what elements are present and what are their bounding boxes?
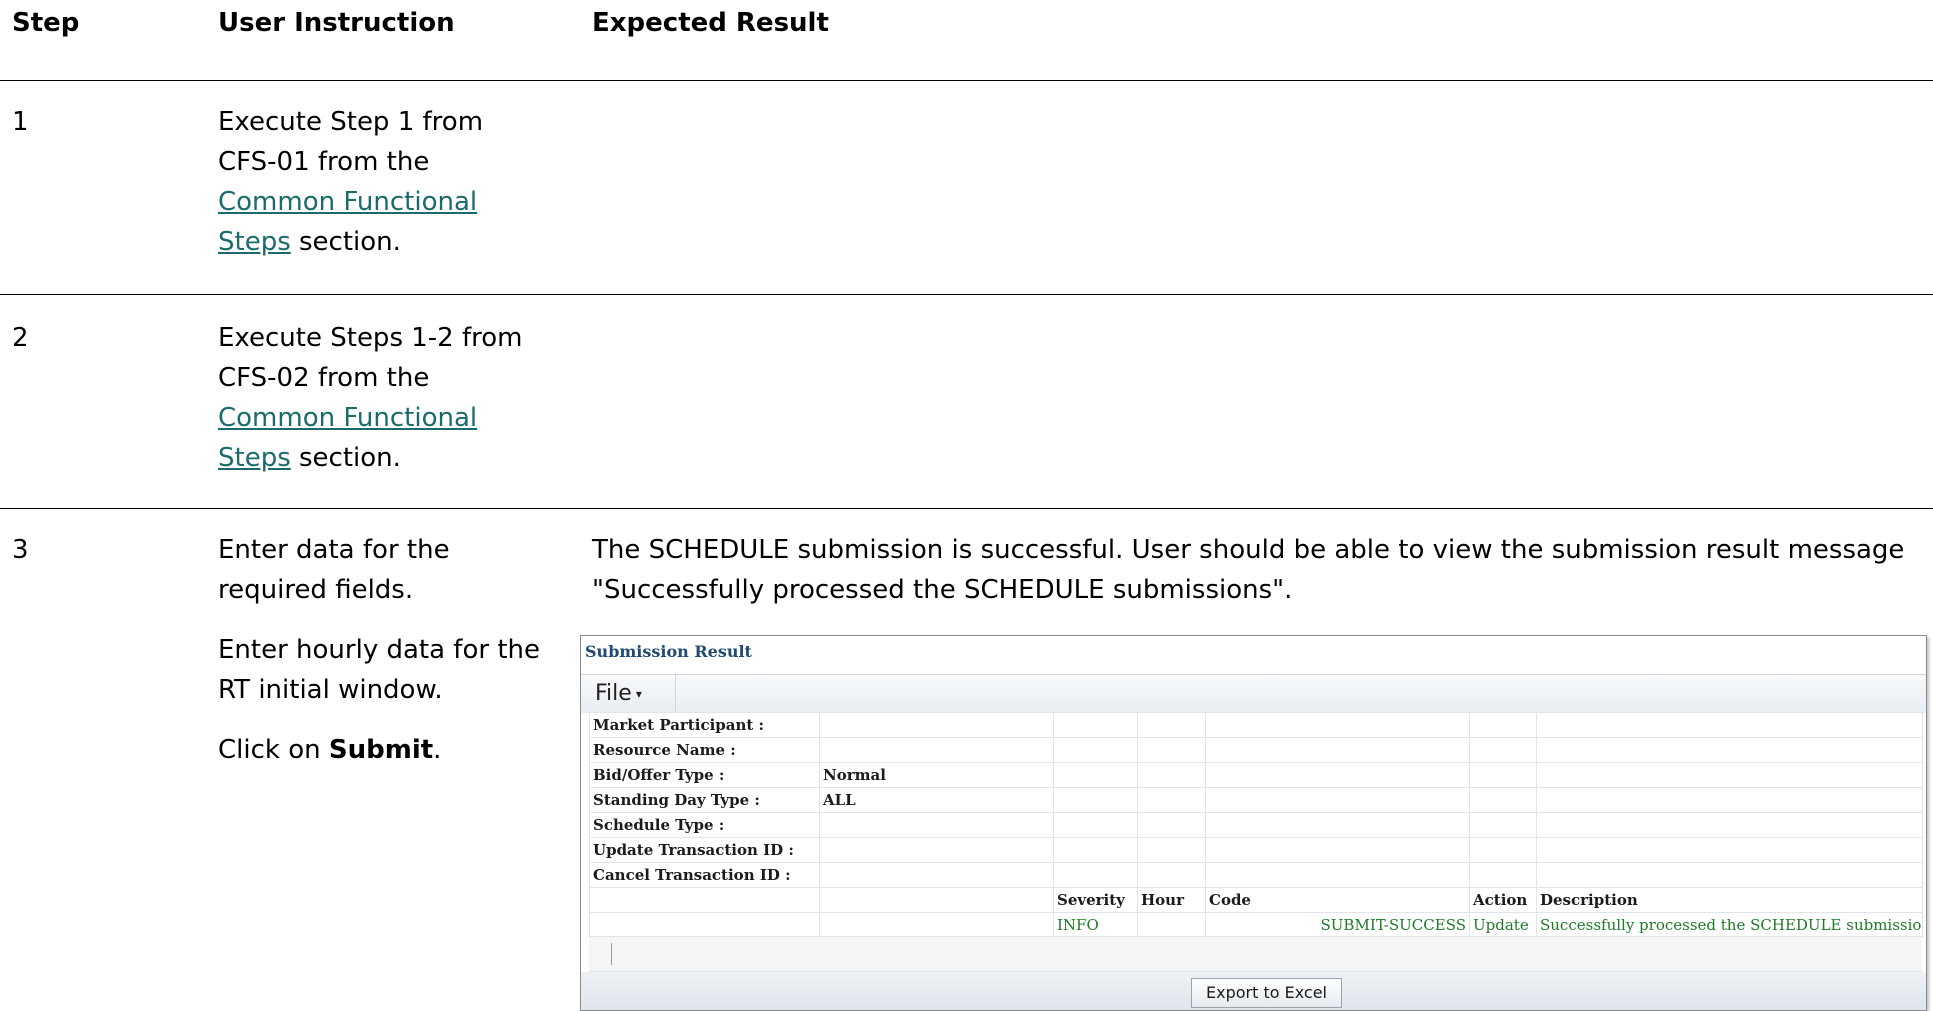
field-label: Market Participant : (589, 712, 820, 738)
export-to-excel-button[interactable]: Export to Excel (1191, 978, 1342, 1008)
field-label: Cancel Transaction ID : (589, 862, 820, 888)
field-label: Schedule Type : (589, 812, 820, 838)
step-number-3: 3 (12, 535, 29, 565)
column-header-action: Action (1469, 887, 1537, 913)
instruction-line: RT initial window. (218, 675, 443, 705)
header-divider (0, 80, 1933, 81)
column-header-hour: Hour (1137, 887, 1206, 913)
expected-line: "Successfully processed the SCHEDULE sub… (592, 575, 1293, 605)
step-number-1: 1 (12, 107, 29, 137)
submission-result-panel: Submission Result File ▾ Market Participa… (580, 635, 1927, 1011)
result-description: Successfully processed the SCHEDULE subm… (1536, 912, 1923, 938)
instruction-tail: section. (290, 227, 401, 257)
field-value (819, 812, 1054, 838)
detail-row (589, 936, 1922, 972)
instruction-tail: section. (290, 443, 401, 473)
column-header-severity: Severity (1053, 887, 1138, 913)
file-menu[interactable]: File ▾ (595, 681, 642, 706)
instruction-step-3: Enter data for the required fields. Ente… (218, 530, 578, 790)
result-row: INFO SUBMIT-SUCCESS Update Successfully … (589, 912, 1923, 938)
field-value: ALL (819, 787, 1054, 813)
caret-down-icon: ▾ (635, 687, 642, 701)
instruction-line: Enter hourly data for the (218, 635, 540, 665)
instruction-text: Click on (218, 735, 329, 765)
common-functional-steps-link[interactable]: Common Functional (218, 187, 477, 217)
field-label: Bid/Offer Type : (589, 762, 820, 788)
expected-line: The SCHEDULE submission is successful. U… (592, 535, 1905, 565)
column-header-code: Code (1205, 887, 1470, 913)
result-hour (1137, 912, 1206, 938)
field-value: Normal (819, 762, 1054, 788)
instruction-step-2: Execute Steps 1-2 from CFS-02 from the C… (218, 318, 578, 478)
instruction-text: . (433, 735, 442, 765)
table-row: Bid/Offer Type : Normal (589, 762, 1923, 788)
expected-result-step-3: The SCHEDULE submission is successful. U… (592, 530, 1912, 610)
header-expected-result: Expected Result (592, 8, 829, 38)
submission-result-table: Market Participant : Resource Name : Bid… (589, 712, 1923, 938)
panel-footer: Export to Excel (581, 972, 1926, 1010)
submit-keyword: Submit (328, 735, 434, 765)
table-row: Cancel Transaction ID : (589, 862, 1923, 888)
result-action: Update (1469, 912, 1537, 938)
instruction-line: Enter data for the (218, 535, 450, 565)
row-divider (0, 294, 1933, 295)
header-step: Step (12, 8, 80, 38)
instruction-line: Execute Step 1 from (218, 107, 484, 137)
instruction-line: CFS-01 from the (218, 147, 430, 177)
column-header-description: Description (1536, 887, 1923, 913)
field-value (819, 712, 1054, 738)
field-label: Standing Day Type : (589, 787, 820, 813)
result-code: SUBMIT-SUCCESS (1205, 912, 1470, 938)
document-page: Step User Instruction Expected Result 1 … (0, 0, 1933, 1011)
common-functional-steps-link[interactable]: Steps (218, 227, 291, 257)
row-divider (0, 508, 1933, 509)
result-header-row: Severity Hour Code Action Description (589, 887, 1923, 913)
toolbar-separator (675, 675, 676, 713)
field-value (819, 737, 1054, 763)
table-row: Schedule Type : (589, 812, 1923, 838)
instruction-line: CFS-02 from the (218, 363, 430, 393)
field-value (819, 837, 1054, 863)
common-functional-steps-link[interactable]: Steps (218, 443, 291, 473)
result-severity: INFO (1053, 912, 1138, 938)
field-label: Resource Name : (589, 737, 820, 763)
instruction-line: Execute Steps 1-2 from (218, 323, 523, 353)
step-number-2: 2 (12, 323, 29, 353)
header-user-instruction: User Instruction (218, 8, 455, 38)
panel-toolbar: File ▾ (581, 674, 1926, 713)
field-label: Update Transaction ID : (589, 837, 820, 863)
table-row: Standing Day Type : ALL (589, 787, 1923, 813)
instruction-step-1: Execute Step 1 from CFS-01 from the Comm… (218, 102, 578, 262)
text-cursor (611, 943, 612, 965)
file-menu-label: File (595, 681, 632, 706)
table-row: Market Participant : (589, 712, 1923, 738)
field-value (819, 862, 1054, 888)
table-row: Update Transaction ID : (589, 837, 1923, 863)
common-functional-steps-link[interactable]: Common Functional (218, 403, 477, 433)
panel-title: Submission Result (585, 642, 752, 661)
table-row: Resource Name : (589, 737, 1923, 763)
instruction-line: required fields. (218, 575, 414, 605)
